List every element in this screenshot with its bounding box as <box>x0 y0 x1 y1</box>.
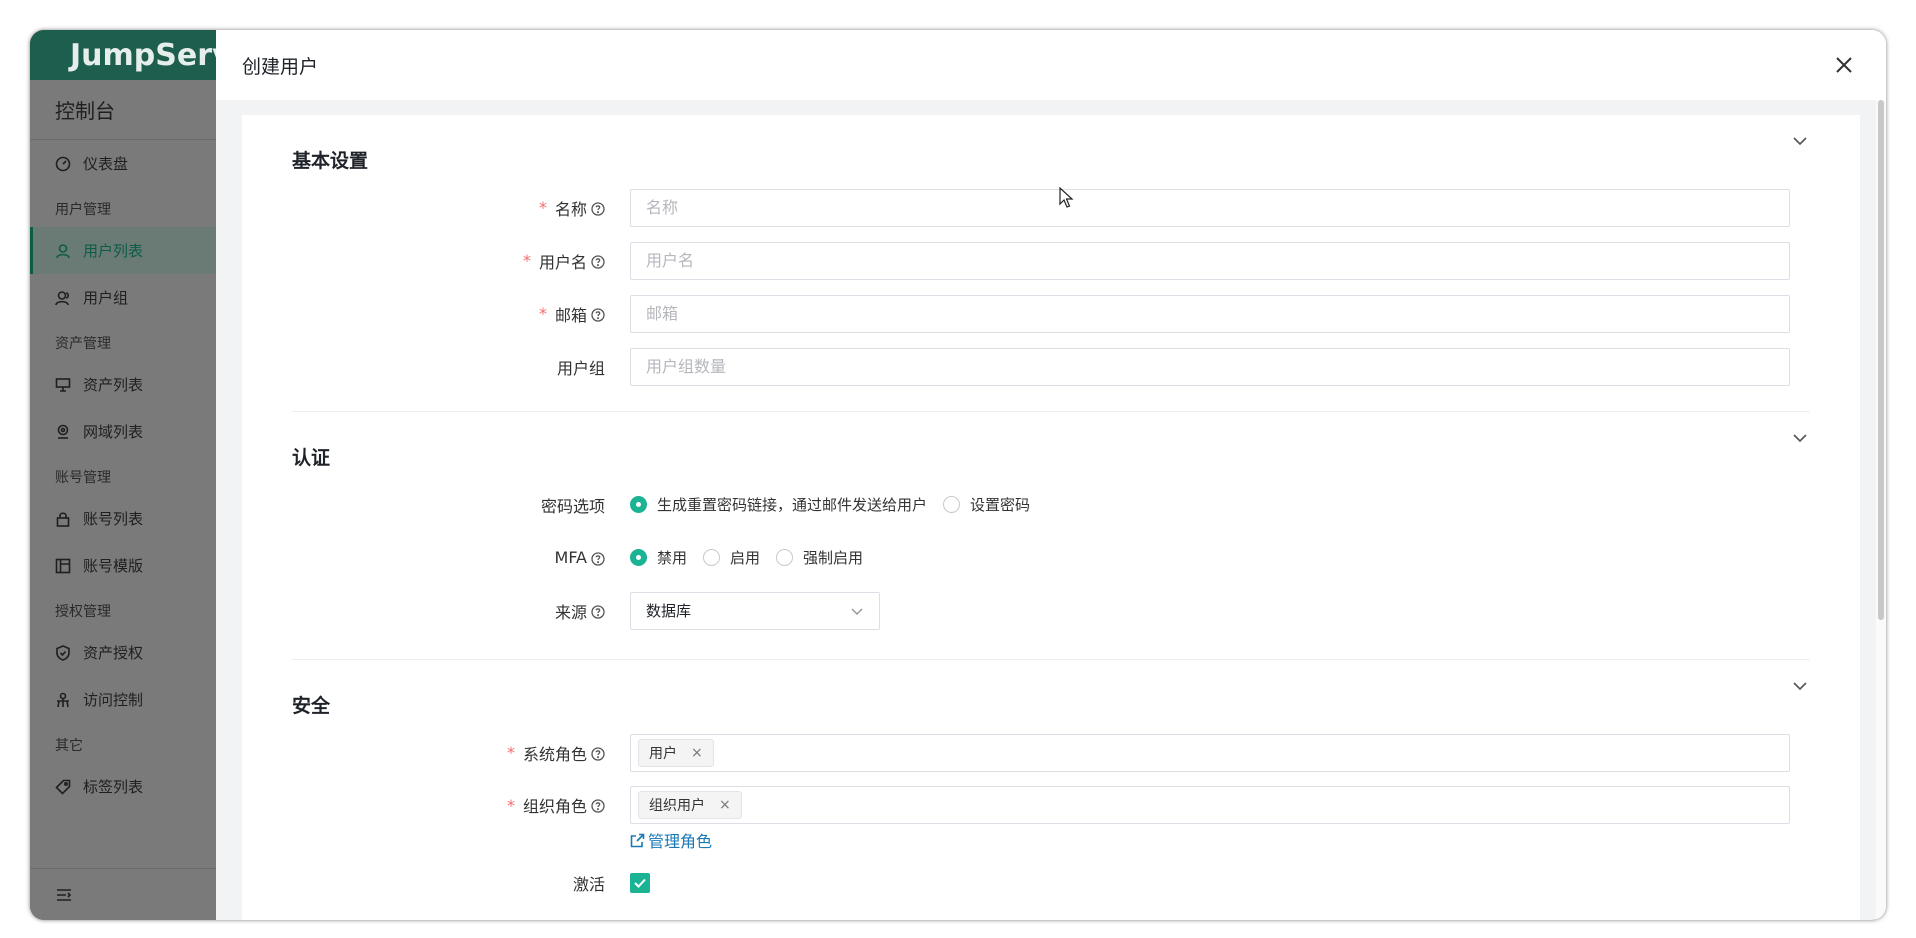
active-checkbox[interactable] <box>630 872 650 893</box>
email-input[interactable] <box>630 294 1790 333</box>
required-asterisk: * <box>506 795 515 815</box>
section-title: 基本设置 <box>292 150 369 172</box>
create-user-drawer: 创建用户 基本设置 * 名称 * 用户名 <box>216 30 1886 920</box>
field-label: 来源 <box>554 602 587 622</box>
section-title: 认证 <box>292 447 331 469</box>
app-window: JumpServer 控制台 仪表盘 用户管理 用户列表 用户组 资产管理 资产… <box>30 30 1886 920</box>
form-card: 基本设置 * 名称 * 用户名 * 邮箱 用户组 <box>242 115 1860 920</box>
check-icon <box>634 878 646 888</box>
field-label: 组织角色 <box>522 797 587 816</box>
form-row-mfa: MFA 禁用 启用 强制启用 <box>292 531 1810 584</box>
section-basic-header[interactable]: 基本设置 <box>292 115 1810 181</box>
location-icon <box>57 424 69 439</box>
section-auth: 认证 密码选项 生成重置密码链接，通过邮件发送给用户 设置密码 MFA 禁用 启… <box>292 412 1810 660</box>
required-asterisk: * <box>522 251 531 270</box>
help-icon[interactable] <box>591 551 605 566</box>
chevron-down-icon <box>1793 682 1807 691</box>
radio-mfa-forced[interactable]: 强制启用 <box>776 547 863 568</box>
field-label: 密码选项 <box>540 496 605 516</box>
drawer-title: 创建用户 <box>242 55 319 78</box>
field-label: 邮箱 <box>554 305 587 325</box>
external-link-icon <box>630 833 645 847</box>
monitor-icon <box>55 377 71 392</box>
form-row-email: * 邮箱 <box>292 287 1810 340</box>
section-security-header[interactable]: 安全 <box>292 660 1810 726</box>
field-label: 用户组 <box>556 358 605 378</box>
field-label: 系统角色 <box>522 744 587 764</box>
system-role-select[interactable]: 用户 × <box>630 733 1790 772</box>
role-tag: 用户 × <box>638 738 714 767</box>
close-button[interactable] <box>1832 53 1856 77</box>
radio-mfa-disabled[interactable]: 禁用 <box>630 547 687 568</box>
manage-roles-link[interactable]: 管理角色 <box>630 828 712 852</box>
field-label: 用户名 <box>538 252 587 272</box>
form-row-name: * 名称 <box>292 181 1810 234</box>
access-control-icon <box>57 692 69 707</box>
field-label: MFA <box>554 548 587 567</box>
tag-remove-icon[interactable]: × <box>719 797 731 813</box>
user-icon <box>56 243 70 258</box>
password-option-radio-group: 生成重置密码链接，通过邮件发送给用户 设置密码 <box>630 494 1810 515</box>
field-label: 名称 <box>554 199 587 219</box>
tag-remove-icon[interactable]: × <box>691 745 703 761</box>
drawer-header: 创建用户 <box>216 30 1886 100</box>
section-security: 安全 * 系统角色 用户 × * 组织角色 组织用户 × 管理角色 激活 <box>292 660 1810 909</box>
form-row-active: 激活 <box>292 856 1810 909</box>
help-icon[interactable] <box>591 307 605 322</box>
section-basic: 基本设置 * 名称 * 用户名 * 邮箱 用户组 <box>292 115 1810 412</box>
source-select[interactable]: 数据库 <box>630 591 880 630</box>
user-group-select[interactable] <box>630 347 1790 386</box>
required-asterisk: * <box>506 743 515 762</box>
help-icon[interactable] <box>591 604 605 619</box>
radio-reset-link[interactable]: 生成重置密码链接，通过邮件发送给用户 <box>630 494 927 515</box>
dashboard-icon <box>55 156 71 171</box>
required-asterisk: * <box>538 304 547 323</box>
drawer-scrollbar[interactable] <box>1876 100 1886 920</box>
scrollbar-thumb[interactable] <box>1878 100 1884 620</box>
help-icon[interactable] <box>591 746 605 761</box>
form-row-org-role: * 组织角色 组织用户 × 管理角色 <box>292 779 1810 852</box>
lock-icon <box>56 511 70 527</box>
form-row-user-group: 用户组 <box>292 340 1810 393</box>
role-tag: 组织用户 × <box>638 791 742 819</box>
collapse-toggle[interactable] <box>1792 133 1810 151</box>
shield-icon <box>56 644 70 661</box>
collapse-toggle[interactable] <box>1792 678 1810 696</box>
section-title: 安全 <box>292 695 331 717</box>
field-label: 激活 <box>572 874 605 894</box>
chevron-down-icon <box>1793 434 1807 443</box>
collapse-toggle[interactable] <box>1792 430 1810 448</box>
template-icon <box>55 558 71 573</box>
chevron-down-icon <box>851 607 863 615</box>
username-input[interactable] <box>630 241 1790 280</box>
help-icon[interactable] <box>591 798 605 813</box>
mouse-cursor-icon <box>1059 187 1074 208</box>
source-select-value: 数据库 <box>646 602 692 620</box>
close-icon <box>1836 57 1852 73</box>
user-group-icon <box>55 290 70 305</box>
mfa-radio-group: 禁用 启用 强制启用 <box>630 547 1810 568</box>
collapse-menu-icon[interactable] <box>55 886 73 904</box>
form-row-password-option: 密码选项 生成重置密码链接，通过邮件发送给用户 设置密码 <box>292 478 1810 531</box>
help-icon[interactable] <box>591 201 605 216</box>
tag-icon <box>55 779 71 795</box>
section-auth-header[interactable]: 认证 <box>292 412 1810 478</box>
form-row-source: 来源 数据库 <box>292 584 1810 637</box>
radio-set-password[interactable]: 设置密码 <box>943 494 1030 515</box>
radio-mfa-enabled[interactable]: 启用 <box>703 547 760 568</box>
org-role-select[interactable]: 组织用户 × <box>630 786 1790 824</box>
form-row-system-role: * 系统角色 用户 × <box>292 726 1810 779</box>
help-icon[interactable] <box>591 254 605 269</box>
required-asterisk: * <box>538 198 547 217</box>
form-row-username: * 用户名 <box>292 234 1810 287</box>
chevron-down-icon <box>1793 137 1807 146</box>
name-input[interactable] <box>630 188 1790 227</box>
